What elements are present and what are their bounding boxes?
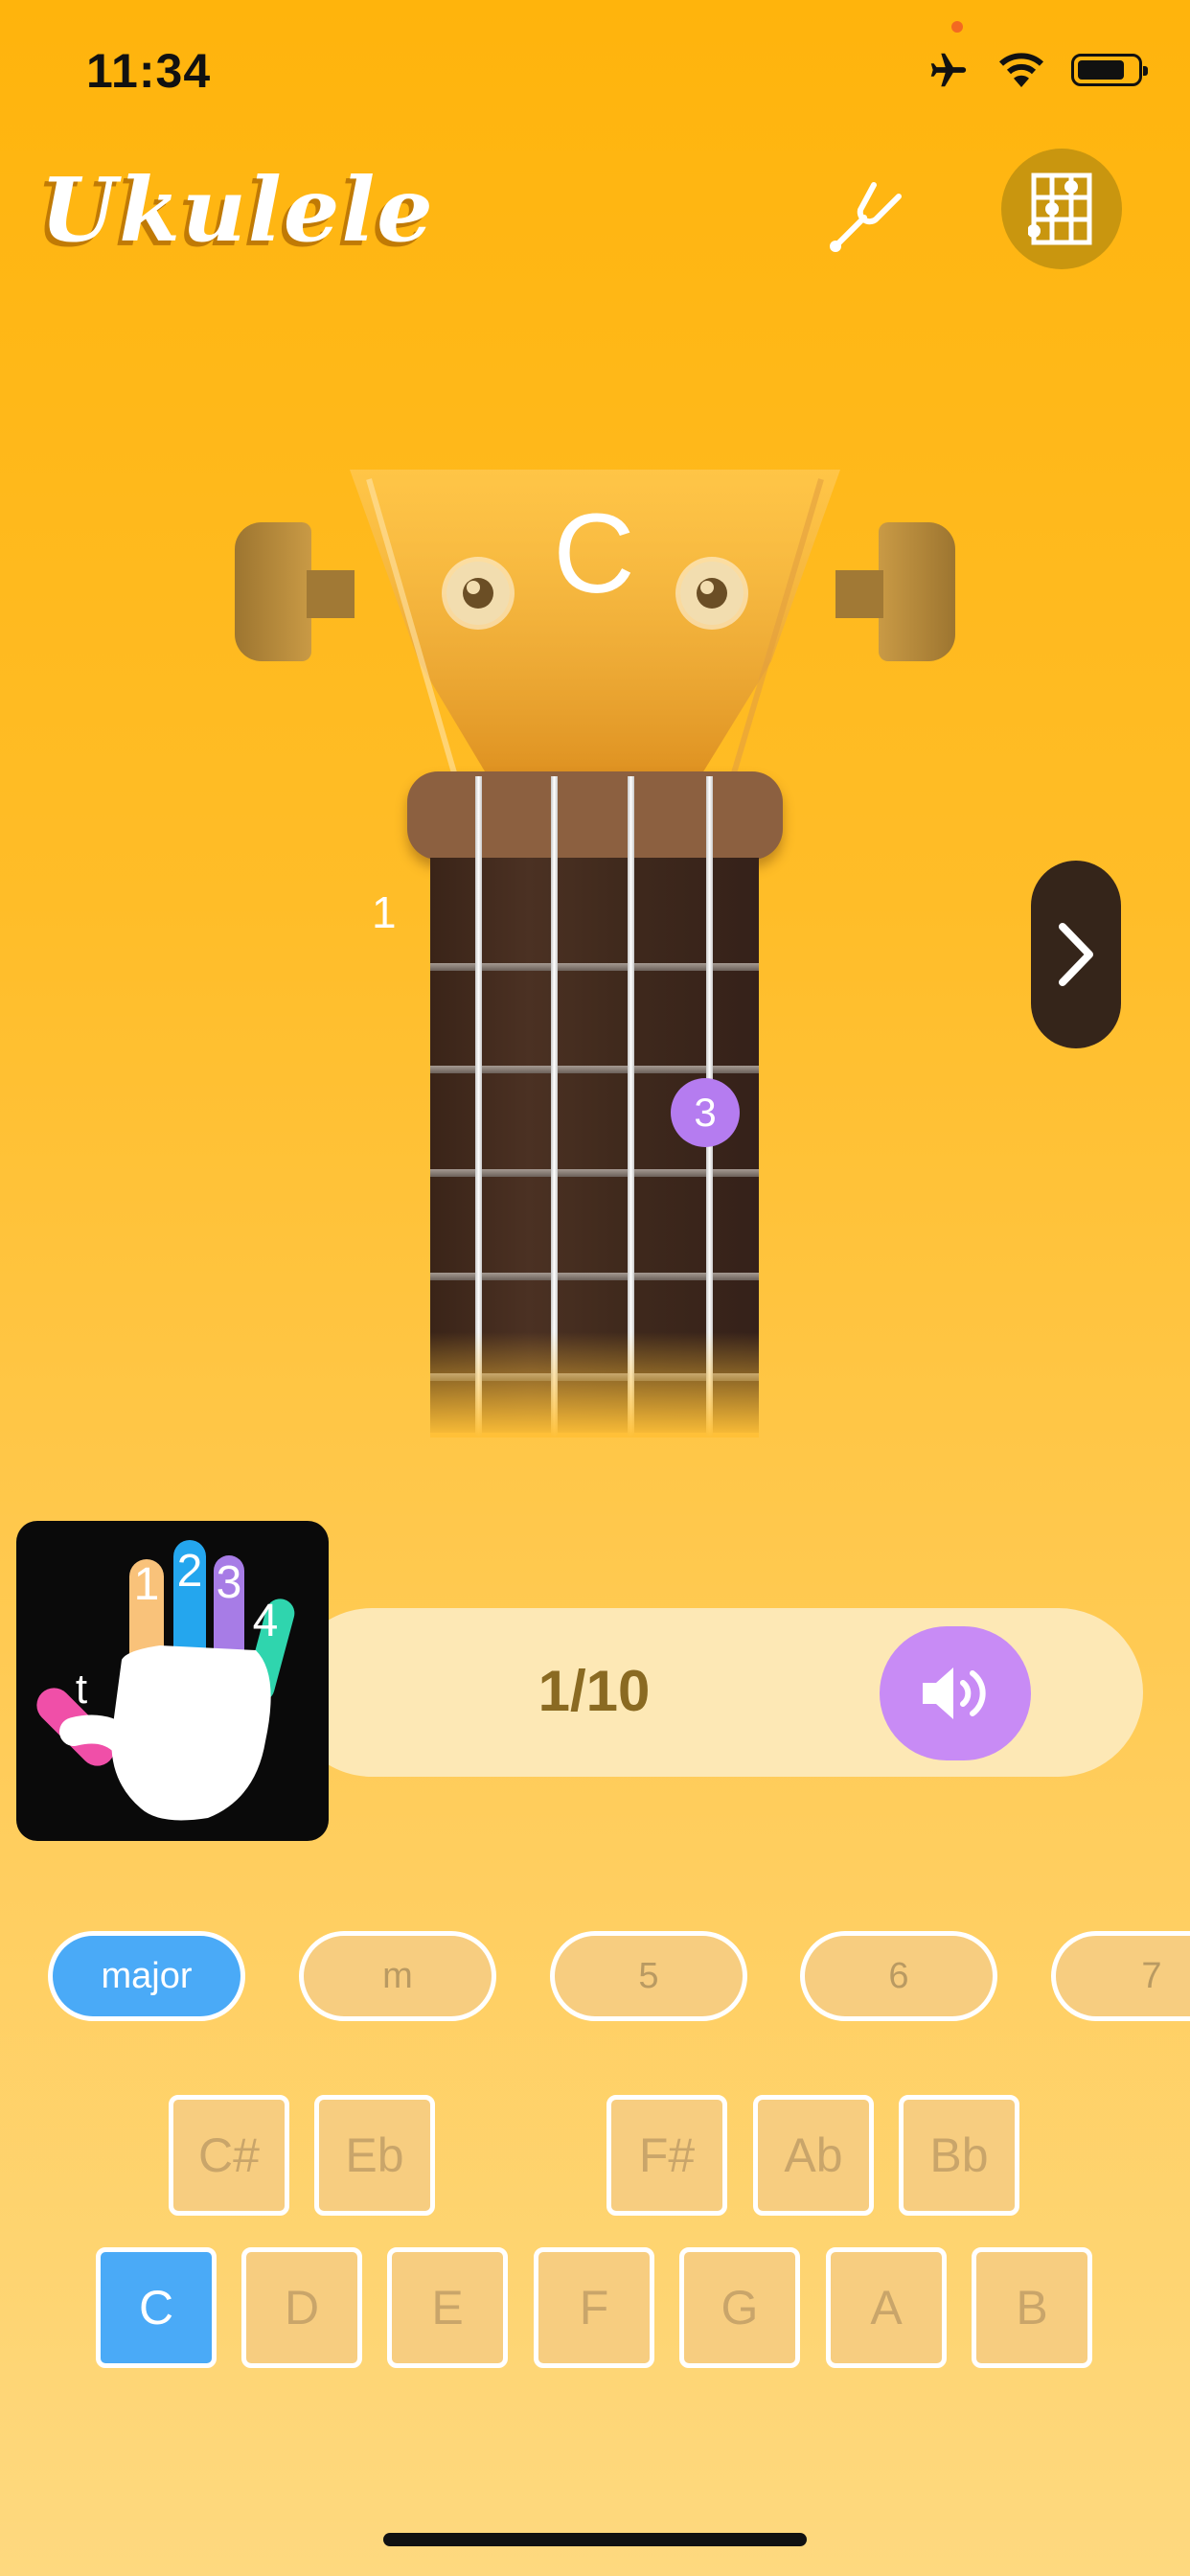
key-e-flat[interactable]: Eb — [314, 2095, 435, 2216]
quality-tab-5[interactable]: 5 — [550, 1931, 747, 2021]
app-title: Ukulele — [40, 158, 435, 262]
tuning-peg-right — [879, 522, 955, 661]
key-c[interactable]: C — [96, 2247, 217, 2368]
key-d[interactable]: D — [241, 2247, 362, 2368]
chevron-right-icon — [1059, 923, 1093, 986]
key-f-sharp[interactable]: F# — [606, 2095, 727, 2216]
key-g[interactable]: G — [679, 2247, 800, 2368]
finger-legend-card: 1 2 3 4 t — [16, 1521, 329, 1841]
key-b[interactable]: B — [972, 2247, 1092, 2368]
tuning-peg-left-shaft — [307, 570, 355, 618]
fretboard-fade — [430, 1332, 759, 1438]
finger-label: 2 — [177, 1546, 203, 1597]
tuning-peg-right-shaft — [835, 570, 883, 618]
status-time: 11:34 — [86, 44, 212, 98]
tuner-knob-left — [446, 562, 510, 625]
finger-position-dot: 3 — [671, 1078, 740, 1147]
finger-label: 4 — [253, 1596, 279, 1646]
key-a-flat[interactable]: Ab — [753, 2095, 874, 2216]
hand-icon: 1 2 3 4 t — [36, 1540, 295, 1821]
quality-tab-7-label: 7 — [1141, 1955, 1162, 1996]
speaker-icon — [923, 1668, 986, 1719]
quality-tab-6[interactable]: 6 — [800, 1931, 997, 2021]
wifi-icon — [998, 53, 1044, 87]
key-b-flat[interactable]: Bb — [899, 2095, 1019, 2216]
next-chord-button[interactable] — [1031, 861, 1121, 1048]
nut — [407, 771, 783, 860]
key-e[interactable]: E — [387, 2247, 508, 2368]
play-sound-button[interactable] — [880, 1626, 1031, 1760]
tuner-knob-right — [680, 562, 744, 625]
tuner-button[interactable] — [819, 163, 915, 259]
chord-chart-icon — [1028, 172, 1092, 245]
quality-tab-7[interactable]: 7 — [1051, 1931, 1190, 2021]
airplane-icon — [930, 53, 967, 87]
tuning-peg-left — [235, 522, 311, 661]
progress-counter: 1/10 — [538, 1659, 651, 1723]
key-c-sharp[interactable]: C# — [169, 2095, 289, 2216]
quality-tab-m[interactable]: m — [299, 1931, 496, 2021]
finger-label: 1 — [134, 1559, 160, 1610]
status-icons — [924, 48, 1148, 92]
chord-chart-button[interactable] — [1001, 149, 1122, 269]
home-indicator[interactable] — [383, 2533, 807, 2546]
chord-name: C — [553, 491, 635, 617]
key-f[interactable]: F — [534, 2247, 654, 2368]
finger-label: t — [76, 1666, 87, 1713]
privacy-indicator-dot — [951, 21, 963, 33]
key-a[interactable]: A — [826, 2247, 947, 2368]
battery-icon — [1071, 54, 1148, 86]
fret-number: 1 — [372, 887, 397, 937]
tuning-fork-icon — [830, 182, 902, 252]
quality-tab-major[interactable]: major — [48, 1931, 245, 2021]
finger-label: 3 — [217, 1557, 242, 1608]
